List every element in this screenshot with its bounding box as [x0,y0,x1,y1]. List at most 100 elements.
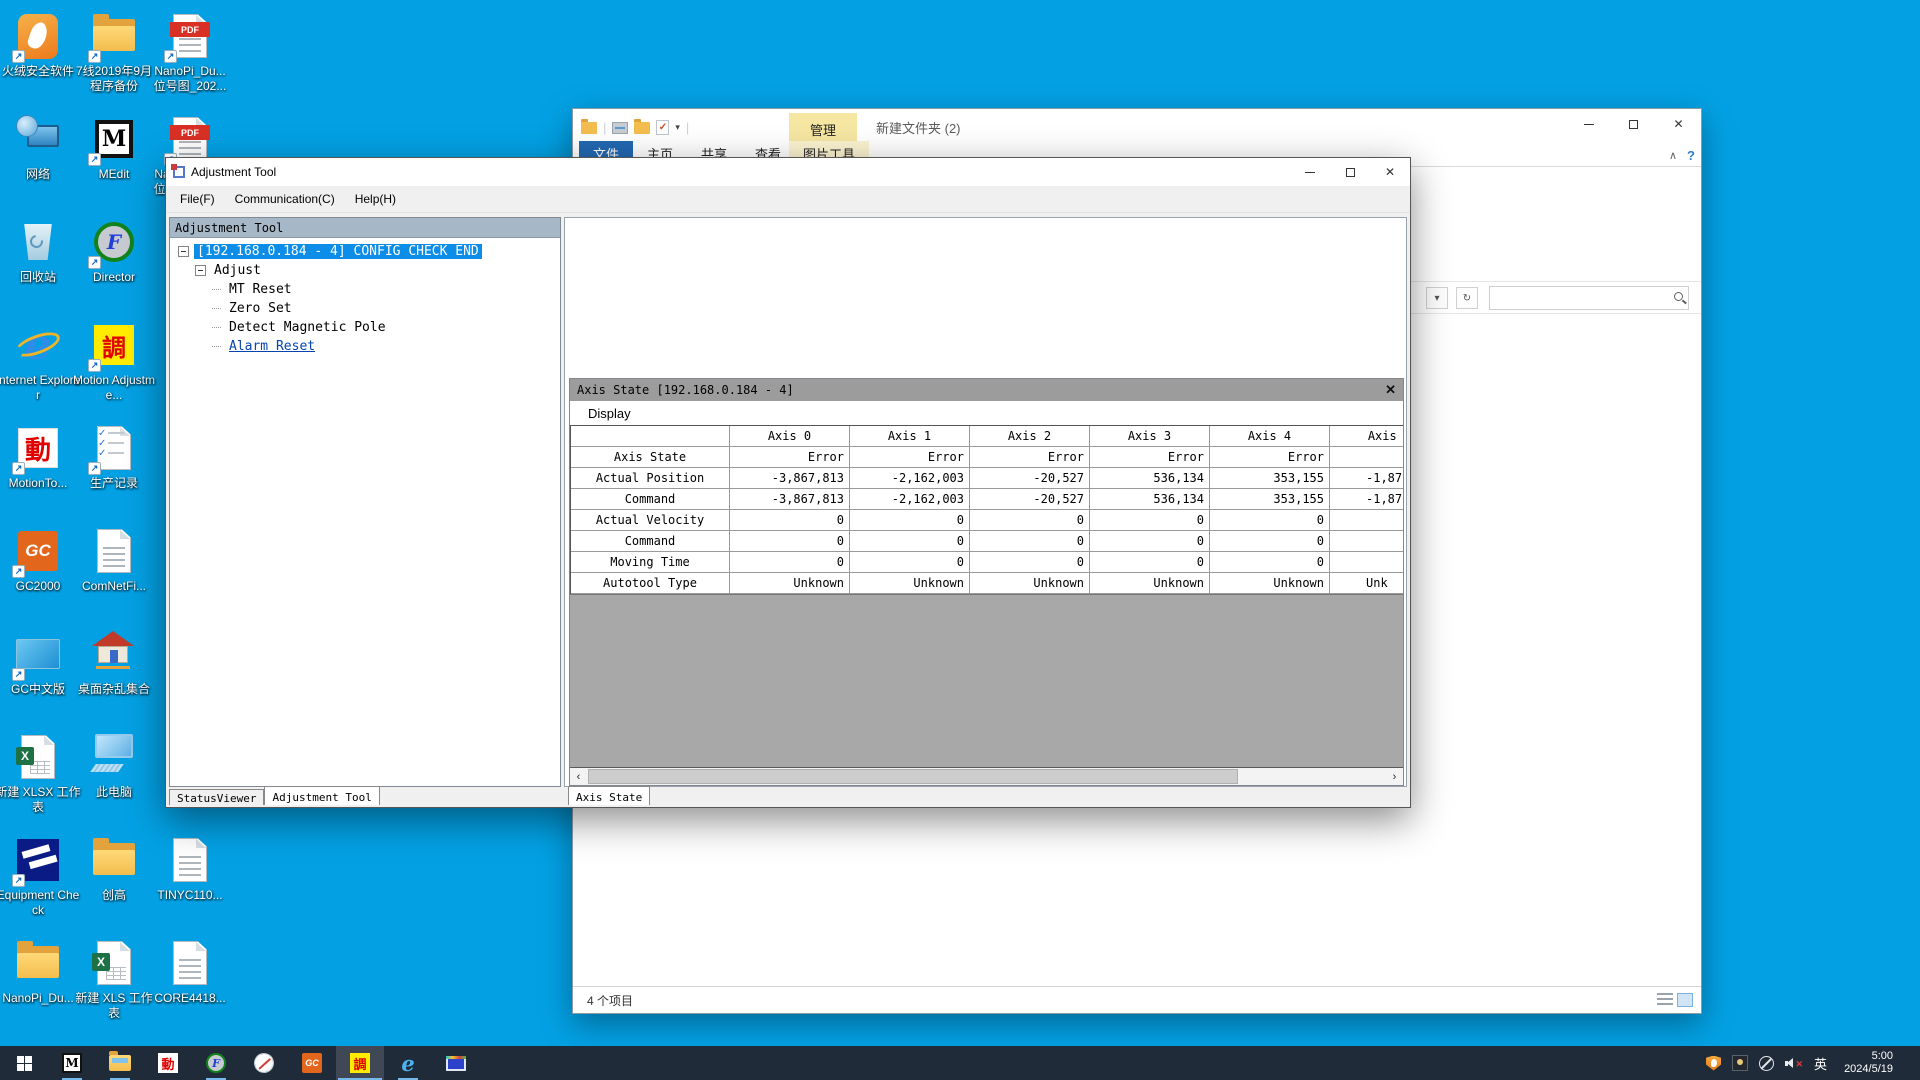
tree-node-label[interactable]: Zero Set [226,301,295,316]
tree-node-label[interactable]: Adjust [211,263,264,278]
desktop-icon[interactable]: NanoPi_Du... [0,937,81,1006]
cell-value: 0 [850,552,970,573]
horizontal-scrollbar[interactable]: ‹ › [570,767,1403,785]
search-input[interactable] [1489,286,1689,310]
minimize-button[interactable] [1290,159,1330,185]
tree-node-label[interactable]: [192.168.0.184 - 4] CONFIG CHECK END [194,244,482,259]
desktop-icon[interactable]: 桌面杂乱集合 [71,628,157,697]
expander-minus-icon[interactable] [195,265,206,276]
maximize-button[interactable] [1611,109,1656,139]
maximize-button[interactable] [1330,159,1370,185]
desktop-icon[interactable]: ComNetFi... [71,525,157,594]
taskbar-app-motion-adjustment[interactable]: 調 [336,1046,384,1080]
checkmark-icon[interactable] [656,120,670,135]
column-header: Axis 4 [1210,426,1330,447]
tree-node[interactable]: Alarm Reset [174,337,560,356]
properties-icon[interactable] [612,121,629,134]
tree-node-label[interactable]: Detect Magnetic Pole [226,320,389,335]
list-view-icon[interactable] [1657,993,1673,1007]
desktop-icon[interactable]: ✓ ✓ ✓生产记录 [71,422,157,491]
tree-node[interactable]: Zero Set [174,299,560,318]
desktop-icon[interactable]: 此电脑 [71,731,157,800]
address-dropdown-button[interactable]: ▾ [1426,287,1448,309]
tree-node[interactable]: Adjust [174,261,560,280]
scrollbar-thumb[interactable] [588,769,1238,784]
cell-value: Unknown [850,573,970,594]
desktop-icon[interactable]: 7线2019年9月程序备份 [71,10,157,94]
taskbar-app-motiontool[interactable]: 動 [144,1046,192,1080]
tab-axis-state[interactable]: Axis State [568,786,651,805]
menu-item[interactable]: Help(H) [345,188,406,210]
tree-node[interactable]: MT Reset [174,280,560,299]
cell-value: 0 [970,510,1090,531]
gc2000-icon: GC [302,1053,322,1073]
tool-titlebar[interactable]: Adjustment Tool [166,158,1410,186]
tab-statusviewer[interactable]: StatusViewer [169,789,265,805]
taskbar-app-medit[interactable]: M [48,1046,96,1080]
desktop-icon[interactable]: 動MotionTo... [0,422,81,491]
taskbar-app-remote-viewer[interactable] [432,1046,480,1080]
desktop-icon[interactable]: 回收站 [0,216,81,285]
desktop-icon[interactable]: 火绒安全软件 [0,10,81,79]
taskbar-app-file-explorer[interactable] [96,1046,144,1080]
ime-language-indicator[interactable]: 英 [1814,1054,1827,1073]
chevron-down-icon[interactable]: ▾ [675,122,680,133]
axis-panel-header[interactable]: Axis State [192.168.0.184 - 4] ✕ [570,379,1403,401]
desktop-icon-label: 创高 [101,888,126,902]
ime-tray-icon[interactable] [1732,1055,1749,1071]
thumbnail-view-icon[interactable] [1677,993,1693,1007]
display-menu-item[interactable]: Display [570,401,1403,425]
tree-node[interactable]: [192.168.0.184 - 4] CONFIG CHECK END [174,242,560,261]
close-icon[interactable]: ✕ [1385,382,1396,398]
scroll-left-icon[interactable]: ‹ [570,768,587,785]
folder-icon[interactable] [581,118,597,134]
help-icon[interactable]: ? [1687,148,1695,163]
refresh-button[interactable]: ↻ [1456,287,1478,309]
menu-item[interactable]: File(F) [170,188,225,210]
cell-value: 353,155 [1210,489,1330,510]
expander-minus-icon[interactable] [178,246,189,257]
desktop-icon[interactable]: CORE4418... [147,937,233,1006]
desktop-icon[interactable]: GCGC2000 [0,525,81,594]
tab-adjustment-tool[interactable]: Adjustment Tool [264,786,380,805]
desktop-icon[interactable]: 調Motion Adjustme... [71,319,157,403]
antivirus-tray-icon[interactable] [1706,1055,1722,1071]
desktop-icon-label: GC中文版 [10,682,65,696]
taskbar-clock[interactable]: 5:00 2024/5/19 [1838,1050,1899,1076]
table-header-row: Axis 0Axis 1Axis 2Axis 3Axis 4Axis 5 [571,426,1403,447]
desktop-icon[interactable]: TINYC110... [147,834,233,903]
desktop-icon[interactable]: FDirector [71,216,157,285]
tree-node-label[interactable]: Alarm Reset [226,339,318,354]
minimize-button[interactable] [1566,109,1611,139]
desktop-icon[interactable]: GC中文版 [0,628,81,697]
volume-muted-icon[interactable] [1785,1056,1803,1070]
xlsx-icon: X [90,937,138,989]
start-button[interactable] [0,1046,48,1080]
collapse-ribbon-icon[interactable]: ∧ [1669,149,1677,162]
taskbar-app-internet-explorer[interactable]: e [384,1046,432,1080]
tree-node[interactable]: Detect Magnetic Pole [174,318,560,337]
close-button[interactable] [1370,159,1410,185]
cell-value: -20,527 [970,489,1090,510]
desktop-icon[interactable]: X 新建 XLSX 工作表 [0,731,81,815]
desktop-icon[interactable]: X 新建 XLS 工作表 [71,937,157,1021]
taskbar-app-capture-tool[interactable] [240,1046,288,1080]
taskbar-app-director[interactable]: F [192,1046,240,1080]
network-disconnected-icon[interactable] [1759,1055,1775,1071]
desktop-icon[interactable]: e Internet Explorer [0,319,81,403]
close-button[interactable] [1656,109,1701,139]
menu-item[interactable]: Communication(C) [225,188,345,210]
tree-node-label[interactable]: MT Reset [226,282,295,297]
doc-icon [90,525,138,577]
desktop-icon[interactable]: MMEdit [71,113,157,182]
scroll-right-icon[interactable]: › [1386,768,1403,785]
desktop-icon-label: 网络 [25,167,50,181]
maximize-icon [1345,167,1355,177]
desktop-icon[interactable]: 创高 [71,834,157,903]
new-folder-icon[interactable] [634,118,651,134]
column-header [571,426,730,447]
desktop-icon[interactable]: Equipment Check [0,834,81,918]
desktop-icon[interactable]: 网络 [0,113,81,182]
taskbar-app-gc2000[interactable]: GC [288,1046,336,1080]
desktop-icon[interactable]: PDFNanoPi_Du... 位号图_202... [147,10,233,94]
